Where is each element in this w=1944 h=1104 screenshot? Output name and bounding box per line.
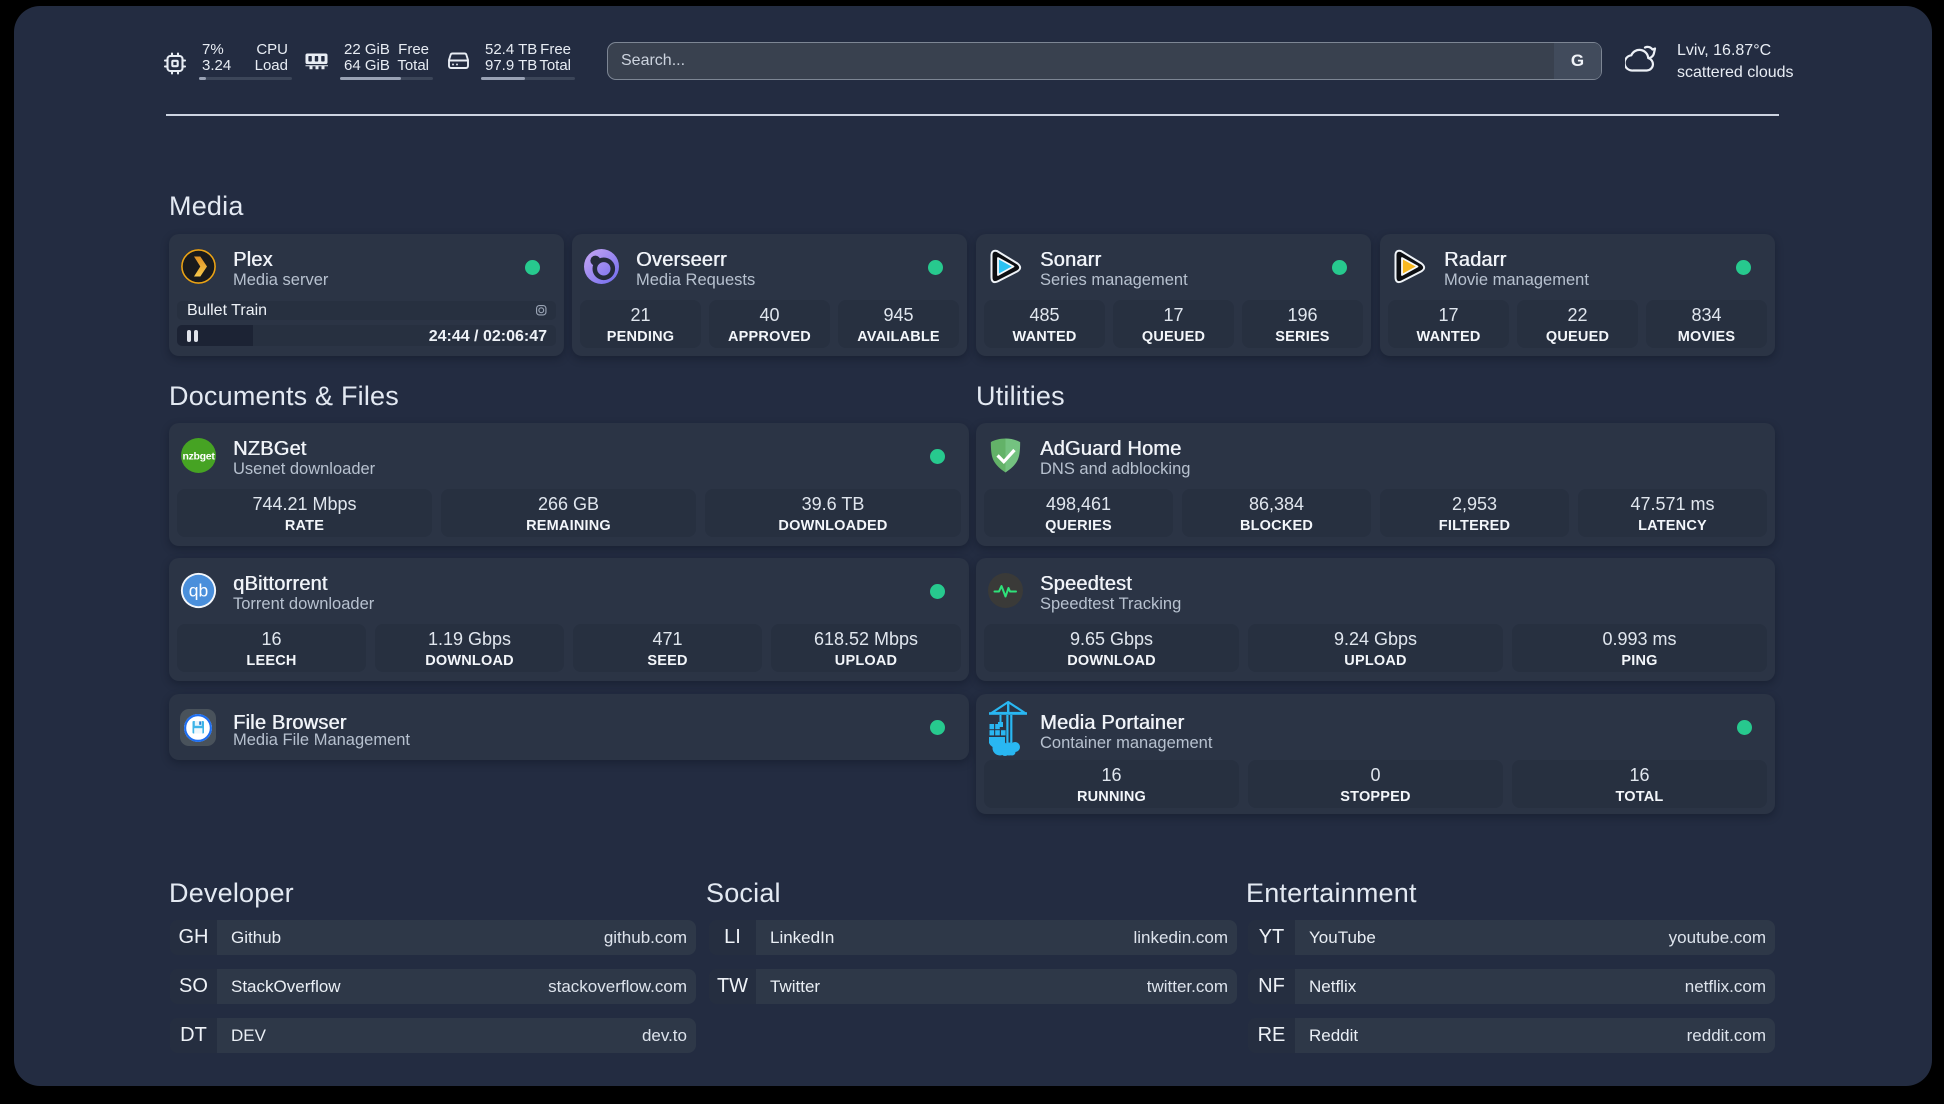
svg-text:qb: qb [189,581,208,601]
svg-text:nzbget: nzbget [182,450,215,462]
